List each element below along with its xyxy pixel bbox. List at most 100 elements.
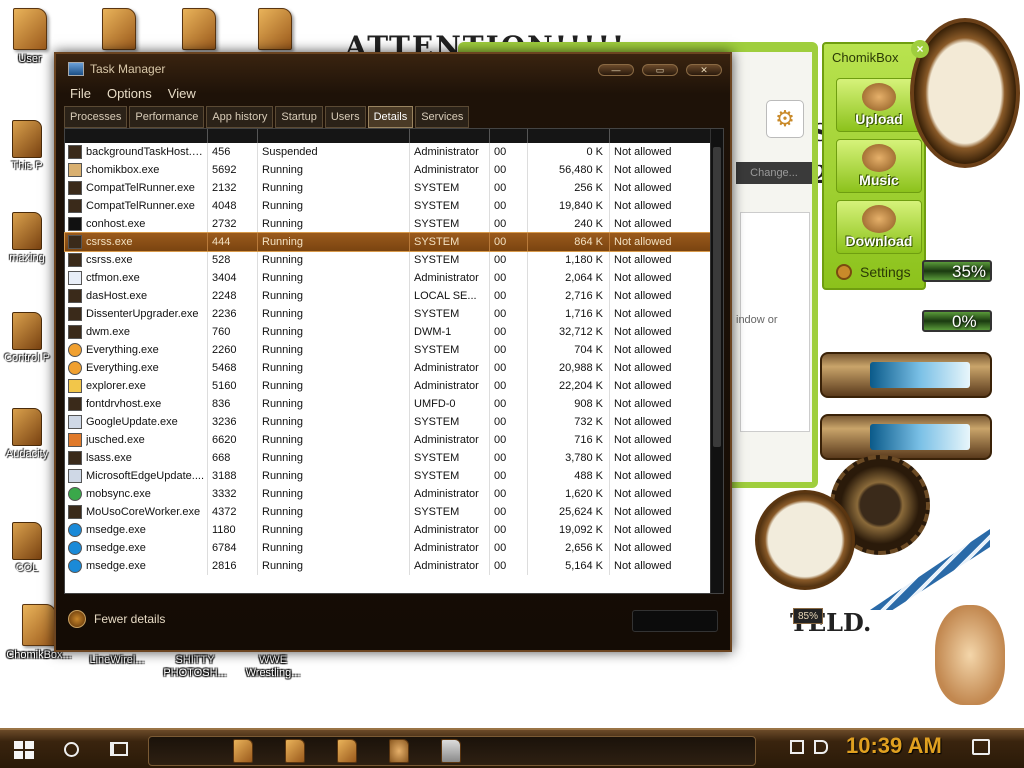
volume-icon[interactable] [814,740,828,754]
app-icon [68,325,82,339]
table-row[interactable]: csrss.exe 444 Running SYSTEM 00 864 K Not allo… [64,232,712,252]
gear-icon[interactable]: ⚙ [766,100,804,138]
download-button[interactable]: Download [836,200,922,254]
upload-button[interactable]: Upload [836,78,922,132]
desktop-icon-user[interactable]: User [0,8,60,66]
column-header-cpu[interactable] [490,129,528,143]
column-header-status[interactable] [258,129,410,143]
tab-services[interactable]: Services [415,106,470,128]
menu-file[interactable]: File [62,84,99,104]
table-row[interactable]: fontdrvhost.exe 836 Running UMFD-0 00 908 K No… [65,395,711,413]
tab-startup[interactable]: Startup [275,106,323,128]
desktop-icon-audacity[interactable]: Audacity [0,408,54,461]
table-row[interactable]: CompatTelRunner.exe 2132 Running SYSTEM 00 25… [65,179,711,197]
desktop-icon-file-1[interactable] [80,8,158,53]
desktop-icon-linewireless[interactable]: LineWirel... [78,654,156,667]
table-row[interactable]: msedge.exe 2816 Running Administrator 00 5,16… [65,557,711,575]
end-task-button[interactable] [632,610,718,632]
table-row[interactable]: MoUsoCoreWorker.exe 4372 Running SYSTEM 00 25… [65,503,711,521]
table-row[interactable]: dasHost.exe 2248 Running LOCAL SE... 00 2,716… [65,287,711,305]
table-row[interactable]: ctfmon.exe 3404 Running Administrator 00 2,06… [65,269,711,287]
table-row[interactable]: chomikbox.exe 5692 Running Administrator 00 5… [65,161,711,179]
process-name: csrss.exe [86,254,133,266]
table-row[interactable]: conhost.exe 2732 Running SYSTEM 00 240 K Not a… [65,215,711,233]
table-row[interactable]: mobsync.exe 3332 Running Administrator 00 1,6… [65,485,711,503]
column-header-memory[interactable] [528,129,610,143]
table-row[interactable]: msedge.exe 1180 Running Administrator 00 19,0… [65,521,711,539]
column-header-uac[interactable] [610,129,711,143]
status-cell: Running [258,521,410,539]
table-row[interactable]: DissenterUpgrader.exe 2236 Running SYSTEM 00… [65,305,711,323]
desktop-icon-file-3[interactable] [236,8,314,53]
table-row[interactable]: jusched.exe 6620 Running Administrator 00 716… [65,431,711,449]
status-cell: Running [258,305,410,323]
taskbar-app-file-1[interactable] [233,739,253,763]
menu-view[interactable]: View [160,84,204,104]
process-name: conhost.exe [86,218,146,230]
taskbar-clock[interactable]: 10:39 AM [846,733,942,759]
taskbar-app-chomikbox[interactable] [389,739,409,763]
close-icon[interactable]: × [911,40,929,58]
search-icon[interactable] [64,742,79,757]
table-row[interactable]: Everything.exe 5468 Running Administrator 00… [65,359,711,377]
table-row[interactable]: csrss.exe 528 Running SYSTEM 00 1,180 K Not al… [65,251,711,269]
taskbar-app-task-manager[interactable] [441,739,461,763]
process-name: msedge.exe [86,524,146,536]
desktop-icon-this-pc[interactable]: This P [0,120,54,173]
name-cell: mobsync.exe [65,485,208,503]
desktop-icon-photoshop[interactable]: SHITTY PHOTOSH... [156,654,234,680]
ram-gauge-label: 0% [952,312,977,331]
process-name: backgroundTaskHost.e... [86,146,207,158]
column-header-user[interactable] [410,129,490,143]
file-icon [22,604,56,646]
task-view-icon[interactable] [110,742,128,756]
vertical-scrollbar[interactable] [710,129,723,593]
status-cell: Running [258,557,410,575]
desktop-icon-col[interactable]: COL [0,522,54,575]
task-manager-window: Task Manager — ▭ ✕ File Options View Pro… [54,52,732,652]
table-row[interactable]: dwm.exe 760 Running DWM-1 00 32,712 K Not allo… [65,323,711,341]
notification-icon[interactable] [972,739,990,755]
cpu-cell: 00 [490,359,528,377]
table-row[interactable]: explorer.exe 5160 Running Administrator 00 22… [65,377,711,395]
table-row[interactable]: msedge.exe 6784 Running Administrator 00 2,65… [65,539,711,557]
user-cell: UMFD-0 [410,395,490,413]
windows-start-icon[interactable] [14,741,34,759]
table-row[interactable]: backgroundTaskHost.e... 456 Suspended Admin… [65,143,711,161]
network-icon[interactable] [790,740,804,754]
status-cell: Running [258,503,410,521]
tab-processes[interactable]: Processes [64,106,128,128]
table-row[interactable]: CompatTelRunner.exe 4048 Running SYSTEM 00 19… [65,197,711,215]
maximize-button[interactable]: ▭ [642,64,678,76]
music-button[interactable]: Music [836,139,922,193]
desktop-icon-control-panel[interactable]: Control P [0,312,54,365]
tab-performance[interactable]: Performance [129,106,205,128]
name-cell: Everything.exe [65,341,208,359]
status-cell: Running [258,179,410,197]
table-row[interactable]: MicrosoftEdgeUpdate.... 3188 Running SYSTEM… [65,467,711,485]
fewer-details-button[interactable]: Fewer details [68,610,165,628]
taskbar-app-file-3[interactable] [337,739,357,763]
tab-app-history[interactable]: App history [206,106,274,128]
minimize-button[interactable]: — [598,64,634,76]
table-row[interactable]: GoogleUpdate.exe 3236 Running SYSTEM 00 732 K… [65,413,711,431]
scrollbar-thumb[interactable] [713,147,721,447]
installer-icon [68,469,82,483]
desktop-icon-wwe[interactable]: WWE Wrestling... [234,654,312,680]
settings-button[interactable]: Settings [836,264,911,280]
process-name: mobsync.exe [86,488,151,500]
taskbar-app-file-2[interactable] [285,739,305,763]
memory-cell: 2,656 K [528,539,610,557]
table-row[interactable]: lsass.exe 668 Running SYSTEM 00 3,780 K Not al… [65,449,711,467]
tab-details[interactable]: Details [367,106,414,128]
column-header-name[interactable] [65,129,208,143]
column-header-pid[interactable] [208,129,258,143]
menu-options[interactable]: Options [99,84,160,104]
change-button[interactable]: Change... [736,162,812,184]
name-cell: dasHost.exe [65,287,208,305]
desktop-icon-maxing[interactable]: maxing [0,212,54,265]
table-row[interactable]: Everything.exe 2260 Running SYSTEM 00 704 K No… [65,341,711,359]
tab-users[interactable]: Users [324,106,366,128]
close-button[interactable]: ✕ [686,64,722,76]
desktop-icon-file-2[interactable] [160,8,238,53]
